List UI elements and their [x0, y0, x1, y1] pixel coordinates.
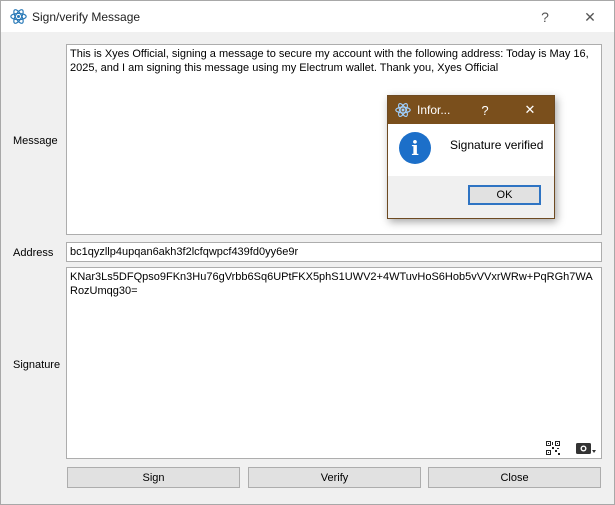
information-dialog-title: Infor...	[417, 103, 451, 117]
message-label: Message	[13, 135, 58, 147]
window-titlebar: Sign/verify Message ? ✕	[1, 1, 614, 32]
signature-textarea[interactable]: KNar3Ls5DFQpso9FKn3Hu76gVrbb6Sq6UPtFKX5p…	[66, 267, 602, 459]
close-button[interactable]: Close	[428, 467, 601, 488]
ok-button[interactable]: OK	[468, 185, 541, 205]
signature-verified-message: Signature verified	[450, 138, 544, 152]
help-button[interactable]: ?	[530, 5, 560, 29]
information-dialog-content: i Signature verified	[388, 124, 554, 176]
dialog-help-button[interactable]: ?	[472, 98, 498, 122]
signature-text: KNar3Ls5DFQpso9FKn3Hu76gVrbb6Sq6UPtFKX5p…	[70, 271, 593, 297]
camera-icon[interactable]	[575, 441, 597, 455]
electrum-logo-icon	[395, 103, 411, 117]
sign-verify-window: Sign/verify Message ? ✕ Message This is …	[0, 0, 615, 505]
signature-label: Signature	[13, 359, 61, 371]
information-dialog: Infor... ? ✕ i Signature verified OK	[387, 95, 555, 219]
close-window-button[interactable]: ✕	[575, 5, 605, 29]
electrum-logo-icon	[10, 9, 27, 24]
window-title: Sign/verify Message	[32, 10, 141, 24]
information-dialog-titlebar: Infor... ? ✕	[388, 96, 554, 124]
info-icon: i	[399, 132, 431, 164]
sign-button[interactable]: Sign	[67, 467, 240, 488]
qr-code-icon[interactable]	[546, 441, 560, 455]
dialog-close-button[interactable]: ✕	[517, 98, 543, 122]
address-input[interactable]: bc1qyzllp4upqan6akh3f2lcfqwpcf439fd0yy6e…	[66, 242, 602, 262]
verify-button[interactable]: Verify	[248, 467, 421, 488]
address-label: Address	[13, 247, 54, 259]
